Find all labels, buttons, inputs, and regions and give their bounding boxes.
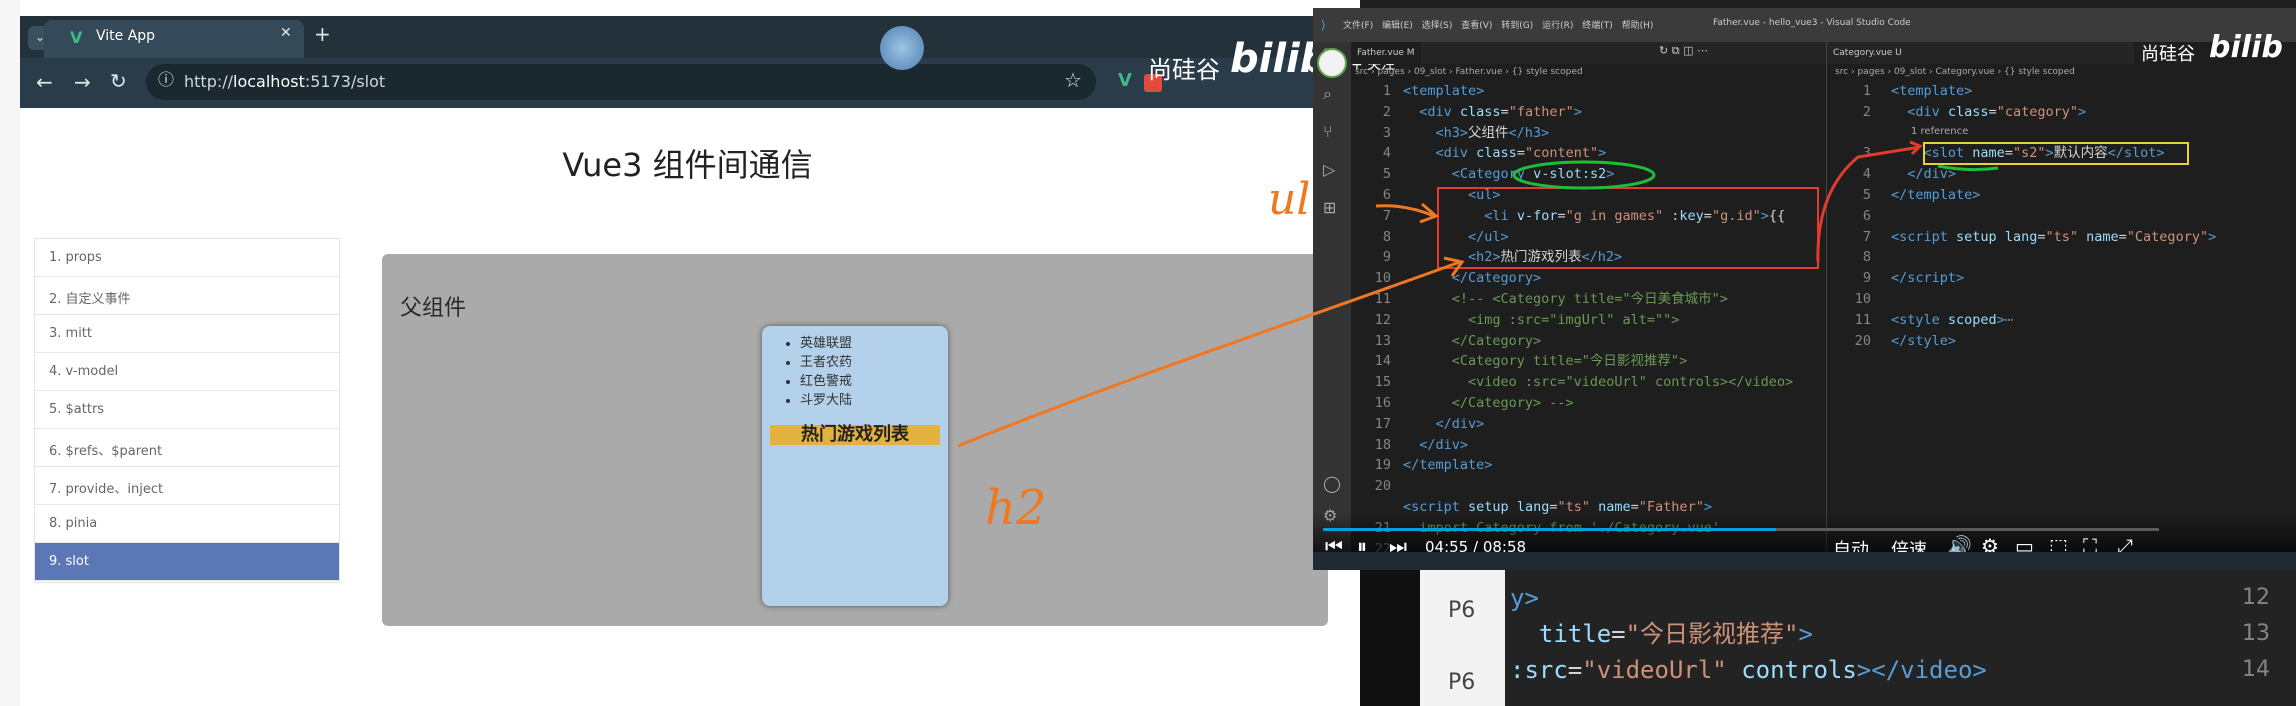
red-arrow: [1816, 145, 1921, 263]
green-circle: [1512, 160, 1656, 190]
ul-annotation: ul: [1268, 174, 1310, 225]
h2-annotation: h2: [985, 480, 1046, 536]
annotation-overlay: ul h2: [957, 140, 2189, 536]
red-highlight-box: [1437, 187, 1819, 269]
green-underline: [1937, 164, 1999, 172]
yellow-highlight-box: [1923, 142, 2189, 165]
orange-arrow-h2: [957, 260, 1461, 448]
